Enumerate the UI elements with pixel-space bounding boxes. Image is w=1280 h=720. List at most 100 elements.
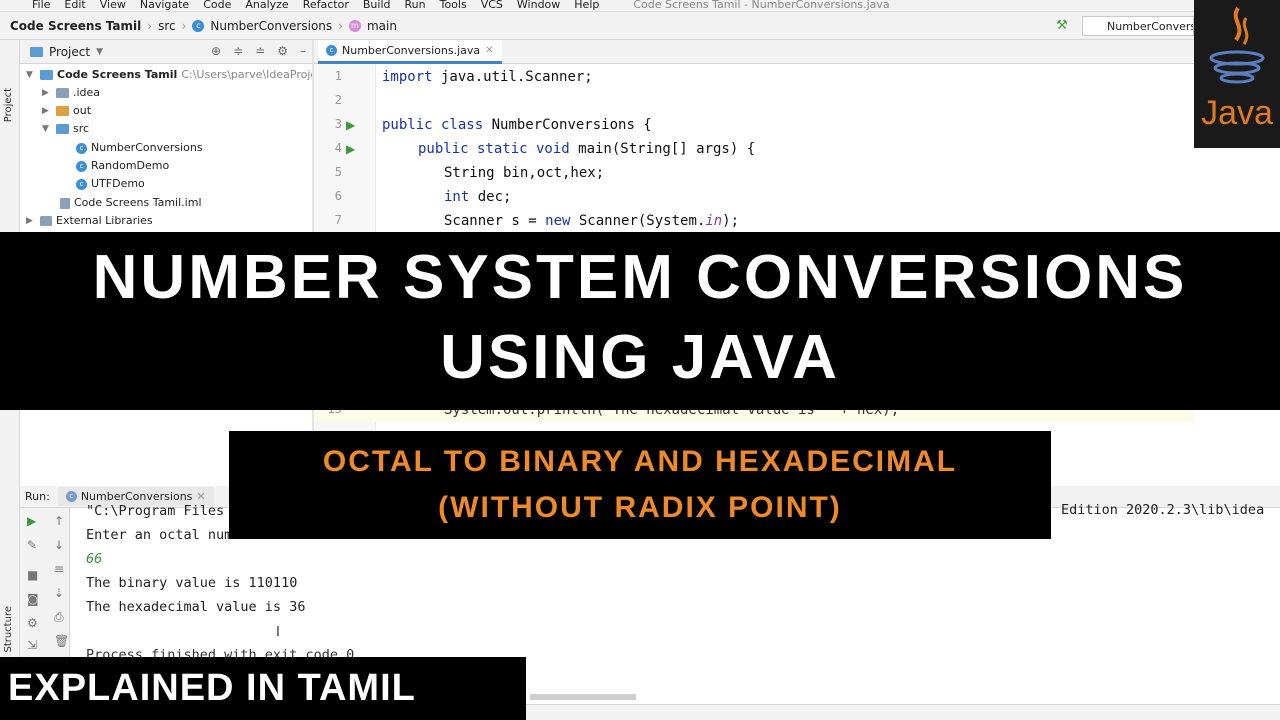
breadcrumb-separator: › xyxy=(338,18,343,33)
code-text: dec; xyxy=(469,189,512,205)
folder-icon xyxy=(40,70,53,80)
tab-numberconversions[interactable]: c NumberConversions.java ✕ xyxy=(318,40,502,64)
stop-icon[interactable]: ■ xyxy=(27,568,38,582)
menu-tools[interactable]: Tools xyxy=(440,0,467,11)
breadcrumb-class[interactable]: NumberConversions xyxy=(210,19,332,33)
tree-item-randomdemo[interactable]: c RandomDemo xyxy=(76,157,169,175)
chevron-right-icon[interactable]: ▶ xyxy=(42,102,52,120)
tree-item-iml[interactable]: Code Screens Tamil.iml xyxy=(60,194,202,212)
settings-icon[interactable]: ⚙ xyxy=(27,616,38,630)
code-text: main(String[] args) { xyxy=(569,141,756,157)
menu-vcs[interactable]: VCS xyxy=(481,0,503,11)
exit-icon[interactable]: ⇲ xyxy=(27,638,37,652)
class-icon: c xyxy=(192,19,205,32)
console-input: 66 xyxy=(86,551,103,567)
chevron-down-icon[interactable]: ▼ xyxy=(42,120,52,138)
minimize-icon[interactable]: – xyxy=(300,44,306,58)
run-configuration-select[interactable]: NumberConversions xyxy=(1082,16,1194,36)
menu-edit[interactable]: Edit xyxy=(64,0,85,11)
code-line-7[interactable]: Scanner s = new Scanner(System.in); xyxy=(444,209,739,233)
chevron-right-icon[interactable]: ▶ xyxy=(26,212,36,230)
scroll-up-icon[interactable]: ↑ xyxy=(54,514,64,528)
code-line-4[interactable]: public static void main(String[] args) { xyxy=(418,137,755,161)
console-line: The binary value is 110110 xyxy=(86,575,298,591)
code-line-6[interactable]: int dec; xyxy=(444,185,511,209)
class-icon: c xyxy=(76,160,87,172)
run-label: Run: xyxy=(25,490,50,503)
tree-item-label: NumberConversions xyxy=(91,141,203,154)
tree-item-utfdemo[interactable]: c UTFDemo xyxy=(76,175,145,193)
breadcrumb-src[interactable]: src xyxy=(158,19,176,33)
camera-icon[interactable]: ◙ xyxy=(27,592,39,606)
code-text: Scanner s = xyxy=(444,213,546,229)
tree-item-label: .idea xyxy=(73,86,101,99)
tree-item-numberconversions[interactable]: c NumberConversions xyxy=(76,139,203,157)
project-tree: ▼ Code Screens Tamil C:\Users\parve\Idea… xyxy=(20,64,312,234)
print-icon[interactable]: ⎙ xyxy=(54,610,64,625)
code-line-1[interactable]: import java.util.Scanner; xyxy=(382,65,593,89)
gear-icon[interactable]: ⚙ xyxy=(277,44,288,58)
tree-item-src[interactable]: ▼ src xyxy=(42,120,89,138)
expand-all-icon[interactable]: ≑ xyxy=(233,44,243,58)
locate-icon[interactable]: ⊕ xyxy=(211,44,221,58)
subtitle-line-1: OCTAL TO BINARY AND HEXADECIMAL xyxy=(322,445,958,478)
code-text: Scanner(System. xyxy=(570,213,706,229)
scroll-down-icon[interactable]: ↓ xyxy=(54,538,64,552)
soft-wrap-icon[interactable]: ≡ xyxy=(54,562,64,576)
keyword: import xyxy=(382,69,433,85)
menu-navigate[interactable]: Navigate xyxy=(140,0,189,11)
chevron-right-icon[interactable]: ▶ xyxy=(42,84,52,102)
title-line-1: NUMBER SYSTEM CONVERSIONS xyxy=(92,243,1188,312)
window-title: Code Screens Tamil - NumberConversions.j… xyxy=(633,0,890,11)
menu-view[interactable]: View xyxy=(100,0,126,11)
tree-item-label: External Libraries xyxy=(56,214,153,227)
breadcrumb-separator: › xyxy=(181,18,187,33)
structure-tool-tab[interactable]: Structure xyxy=(3,606,14,653)
run-gutter-icon[interactable]: ▶ xyxy=(346,142,355,156)
collapse-all-icon[interactable]: ≐ xyxy=(255,44,265,58)
horizontal-scrollbar[interactable] xyxy=(530,694,636,700)
menu-build[interactable]: Build xyxy=(363,0,391,11)
menu-code[interactable]: Code xyxy=(203,0,231,11)
breadcrumb-method[interactable]: main xyxy=(367,19,397,33)
menu-run[interactable]: Run xyxy=(405,0,426,11)
breadcrumb-separator: › xyxy=(147,18,153,33)
keyword: new xyxy=(545,213,571,229)
code-line-5[interactable]: String bin,oct,hex; xyxy=(444,161,604,185)
trash-icon[interactable]: 🗑 xyxy=(54,634,69,648)
wrench-icon[interactable]: ✎ xyxy=(27,538,37,552)
java-cup-icon xyxy=(1209,6,1265,84)
library-icon xyxy=(40,216,52,226)
tree-item-idea[interactable]: ▶ .idea xyxy=(42,84,100,102)
chevron-down-icon[interactable]: ▼ xyxy=(96,47,103,57)
tree-root[interactable]: ▼ Code Screens Tamil C:\Users\parve\Idea… xyxy=(26,66,312,84)
breadcrumb-project[interactable]: Code Screens Tamil xyxy=(10,19,141,33)
menu-file[interactable]: File xyxy=(32,0,50,11)
keyword: public class xyxy=(382,117,484,133)
chevron-down-icon[interactable]: ▼ xyxy=(26,66,36,84)
class-icon: c xyxy=(76,142,87,154)
menu-refactor[interactable]: Refactor xyxy=(303,0,349,11)
class-icon: c xyxy=(76,178,87,190)
tree-item-external-libraries[interactable]: ▶ External Libraries xyxy=(26,212,153,230)
rerun-icon[interactable]: ▶ xyxy=(27,514,36,528)
code-line-3[interactable]: public class NumberConversions { xyxy=(382,113,652,137)
menu-analyze[interactable]: Analyze xyxy=(245,0,288,11)
close-icon[interactable]: ✕ xyxy=(485,45,493,56)
console-line: "C:\Program Files xyxy=(86,503,225,519)
tree-item-out[interactable]: ▶ out xyxy=(42,102,91,120)
tree-item-label: out xyxy=(73,104,92,117)
menu-help[interactable]: Help xyxy=(574,0,599,11)
tree-item-label: Code Screens Tamil.iml xyxy=(74,196,202,209)
field-name: in xyxy=(705,213,723,229)
scroll-to-end-icon[interactable]: ⇣ xyxy=(54,586,64,600)
build-hammer-icon[interactable]: ⚒ xyxy=(1056,18,1068,33)
tree-item-label: RandomDemo xyxy=(91,159,170,172)
project-panel-title[interactable]: Project xyxy=(49,45,90,59)
project-tool-tab[interactable]: Project xyxy=(3,88,14,122)
menu-window[interactable]: Window xyxy=(517,0,560,11)
run-gutter-icon[interactable]: ▶ xyxy=(346,118,355,132)
breadcrumb: Code Screens Tamil › src › c NumberConve… xyxy=(0,12,1194,40)
project-icon xyxy=(30,46,43,57)
line-number: 3 xyxy=(334,117,342,131)
